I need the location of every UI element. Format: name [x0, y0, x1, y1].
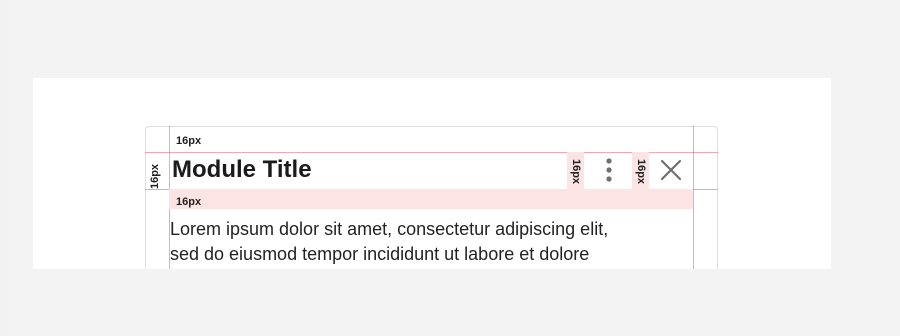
- module-body-line: sed do eiusmod tempor incididunt ut labo…: [170, 244, 590, 264]
- top-padding-label: 16px: [176, 135, 202, 147]
- guide-right-content: [693, 126, 694, 269]
- left-padding-label: 16px: [149, 163, 162, 190]
- title-gap-label: 16px: [176, 196, 202, 208]
- spec-canvas: 16px 16px 16px 16px 16px Module Title Lo…: [33, 78, 831, 269]
- more-vertical-icon[interactable]: [599, 154, 619, 186]
- module-body-text: Lorem ipsum dolor sit amet, consectetur …: [170, 217, 690, 267]
- module-title: Module Title: [172, 156, 312, 183]
- close-icon[interactable]: [657, 156, 685, 184]
- close-gap-label: 16px: [635, 158, 648, 185]
- title-gap-band: [169, 189, 693, 209]
- module-body-line: Lorem ipsum dolor sit amet, consectetur …: [170, 219, 609, 239]
- menu-gap-label: 16px: [570, 158, 583, 185]
